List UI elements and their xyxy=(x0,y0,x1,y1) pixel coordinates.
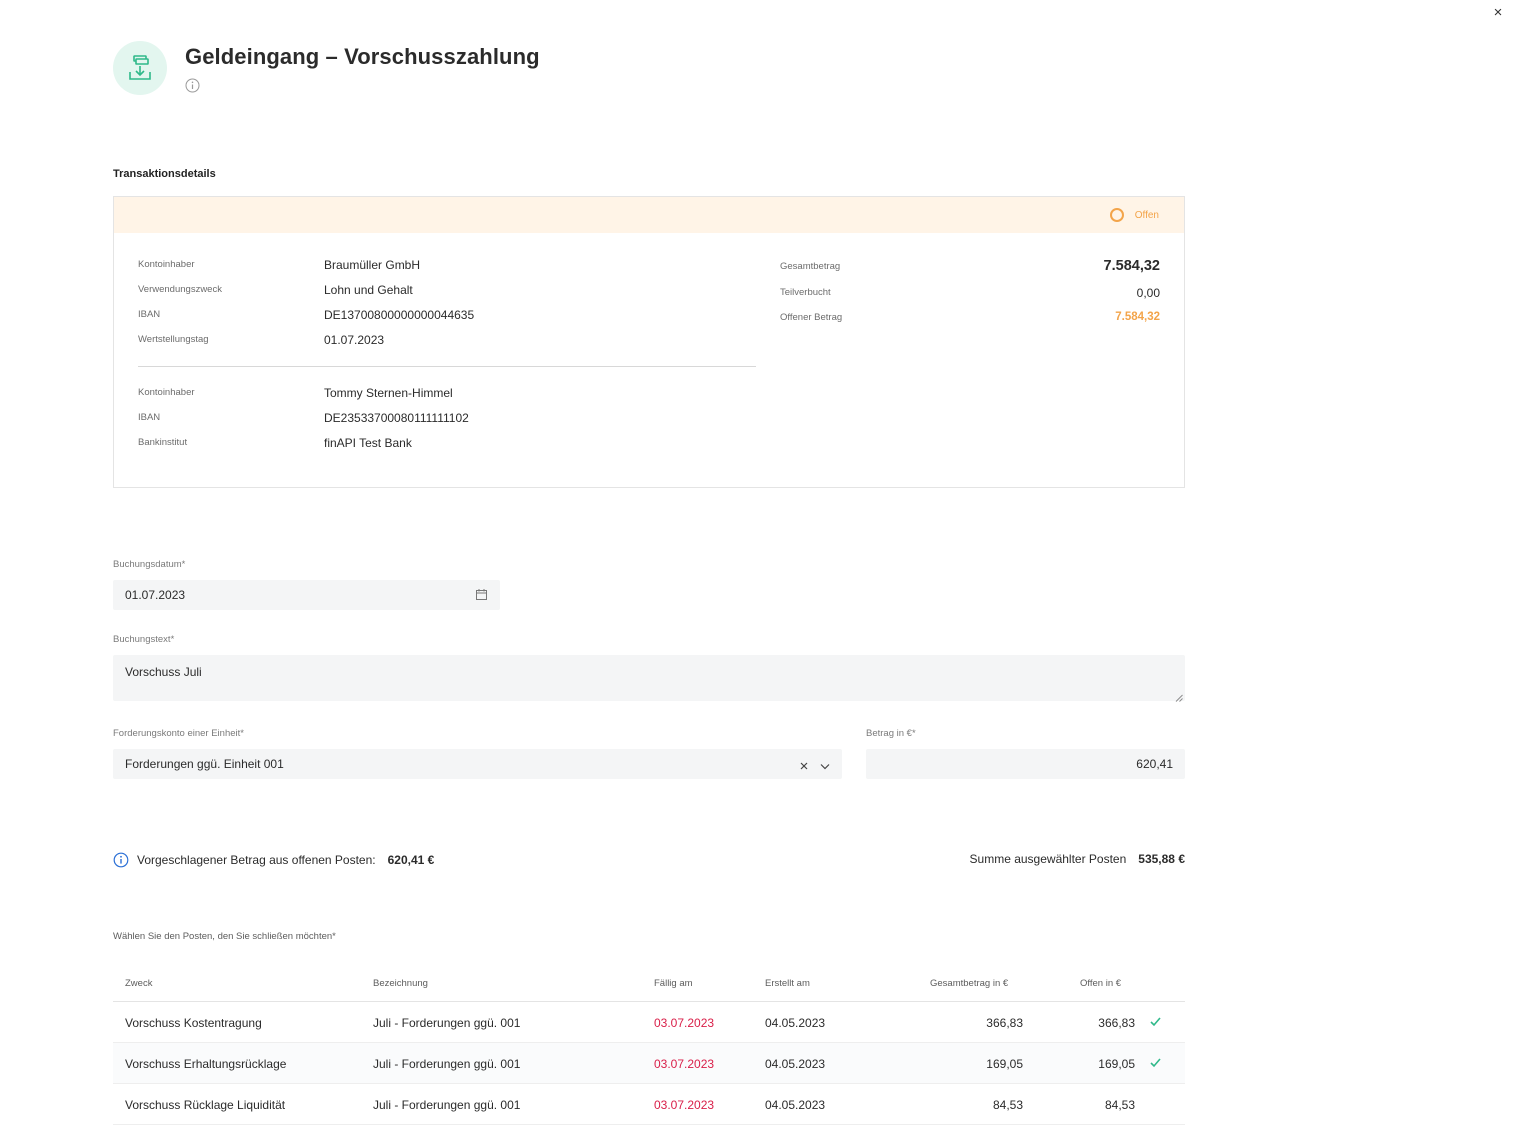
partial-amount: 0,00 xyxy=(1136,286,1160,300)
receiver-value: DE23533700080111111102 xyxy=(324,411,469,425)
column-header[interactable]: Gesamtbetrag in € xyxy=(930,978,1008,989)
info-icon xyxy=(113,852,129,868)
open-items-table: Zweck Bezeichnung Fällig am Erstellt am … xyxy=(113,962,1185,1125)
status-badge: Offen xyxy=(1134,209,1159,221)
cell-total: 366,83 xyxy=(986,1016,1023,1030)
suggested-amount-label: Vorgeschlagener Betrag aus offenen Poste… xyxy=(137,853,376,867)
table-instruction: Wählen Sie den Posten, den Sie schließen… xyxy=(113,931,336,942)
cell-created-date: 04.05.2023 xyxy=(765,1057,826,1071)
suggested-amount: Vorgeschlagener Betrag aus offenen Poste… xyxy=(113,852,434,868)
status-open-icon xyxy=(1109,208,1124,222)
cell-purpose: Vorschuss Erhaltungsrücklage xyxy=(125,1057,287,1071)
cell-due-date: 03.07.2023 xyxy=(654,1057,715,1071)
summary-key: Gesamtbetrag xyxy=(780,261,841,272)
checkmark-icon[interactable] xyxy=(1149,1056,1162,1069)
sender-key: IBAN xyxy=(138,309,161,320)
amount-input[interactable]: 620,41 xyxy=(866,749,1185,779)
calendar-icon[interactable] xyxy=(476,589,488,601)
table-body: Vorschuss Kostentragung Juli - Forderung… xyxy=(113,1002,1185,1125)
sender-value: 01.07.2023 xyxy=(324,333,385,347)
status-bar: Offen xyxy=(114,197,1184,233)
cell-created-date: 04.05.2023 xyxy=(765,1098,826,1112)
booking-date-value: 01.07.2023 xyxy=(125,588,186,602)
divider xyxy=(138,366,756,367)
sender-value: Lohn und Gehalt xyxy=(324,283,413,297)
open-amount: 7.584,32 xyxy=(1115,311,1160,323)
sender-key: Kontoinhaber xyxy=(138,259,195,270)
cell-total: 169,05 xyxy=(986,1057,1023,1071)
amount-value: 620,41 xyxy=(1136,757,1173,771)
page-header: Geldeingang – Vorschusszahlung xyxy=(113,41,540,95)
close-button[interactable]: × xyxy=(1488,4,1508,24)
checkmark-icon[interactable] xyxy=(1149,1015,1162,1028)
total-amount: 7.584,32 xyxy=(1103,258,1160,274)
receiver-value: Tommy Sternen-Himmel xyxy=(324,386,453,400)
money-in-icon xyxy=(113,41,167,95)
cell-description: Juli - Forderungen ggü. 001 xyxy=(373,1016,521,1030)
cell-due-date: 03.07.2023 xyxy=(654,1016,715,1030)
sender-key: Verwendungszweck xyxy=(138,284,222,295)
receiver-value: finAPI Test Bank xyxy=(324,436,412,450)
cell-created-date: 04.05.2023 xyxy=(765,1016,826,1030)
cell-purpose: Vorschuss Rücklage Liquidität xyxy=(125,1098,286,1112)
suggested-amount-value: 620,41 € xyxy=(387,853,435,867)
clear-icon[interactable] xyxy=(800,759,810,770)
account-select[interactable]: Forderungen ggü. Einheit 001 xyxy=(113,749,842,779)
receiver-key: Kontoinhaber xyxy=(138,387,195,398)
booking-text-value: Vorschuss Juli xyxy=(125,665,202,679)
cell-open: 169,05 xyxy=(1098,1057,1135,1071)
account-value: Forderungen ggü. Einheit 001 xyxy=(125,757,284,771)
receiver-key: Bankinstitut xyxy=(138,437,188,448)
selected-sum-label: Summe ausgewählter Posten xyxy=(969,852,1127,866)
table-row[interactable]: Vorschuss Erhaltungsrücklage Juli - Ford… xyxy=(113,1043,1185,1084)
table-row[interactable]: Vorschuss Kostentragung Juli - Forderung… xyxy=(113,1002,1185,1043)
column-header[interactable]: Erstellt am xyxy=(765,978,810,989)
cell-description: Juli - Forderungen ggü. 001 xyxy=(373,1057,521,1071)
booking-date-field[interactable]: 01.07.2023 xyxy=(113,580,500,610)
booking-text-label: Buchungstext* xyxy=(113,634,175,645)
cell-description: Juli - Forderungen ggü. 001 xyxy=(373,1098,521,1112)
column-header[interactable]: Zweck xyxy=(125,978,152,989)
cell-total: 84,53 xyxy=(992,1098,1023,1112)
receiver-key: IBAN xyxy=(138,412,161,423)
section-title: Transaktionsdetails xyxy=(113,168,216,180)
resize-handle-icon[interactable] xyxy=(1175,691,1183,702)
page-title: Geldeingang – Vorschusszahlung xyxy=(185,44,540,69)
summary-key: Offener Betrag xyxy=(780,312,843,323)
account-label: Forderungskonto einer Einheit* xyxy=(113,728,244,739)
selected-sum-value: 535,88 € xyxy=(1138,852,1185,866)
sender-key: Wertstellungstag xyxy=(138,334,209,345)
chevron-down-icon[interactable] xyxy=(820,759,830,770)
cell-purpose: Vorschuss Kostentragung xyxy=(125,1016,262,1030)
info-icon[interactable] xyxy=(185,78,201,94)
column-header[interactable]: Offen in € xyxy=(1080,978,1121,989)
sender-value: Braumüller GmbH xyxy=(324,258,421,272)
sender-value: DE13700800000000044635 xyxy=(324,308,475,322)
amount-label: Betrag in €* xyxy=(866,728,916,739)
booking-text-input[interactable]: Vorschuss Juli xyxy=(113,655,1185,702)
cell-open: 366,83 xyxy=(1098,1016,1135,1030)
transaction-card: Offen Kontoinhaber Braumüller GmbH Verwe… xyxy=(113,196,1185,488)
booking-date-label: Buchungsdatum* xyxy=(113,559,186,570)
table-row[interactable]: Vorschuss Rücklage Liquidität Juli - For… xyxy=(113,1084,1185,1125)
summary-key: Teilverbucht xyxy=(780,287,831,298)
table-header: Zweck Bezeichnung Fällig am Erstellt am … xyxy=(113,962,1185,1002)
selected-sum: Summe ausgewählter Posten 535,88 € xyxy=(970,852,1185,866)
cell-due-date: 03.07.2023 xyxy=(654,1098,715,1112)
cell-open: 84,53 xyxy=(1104,1098,1135,1112)
column-header[interactable]: Bezeichnung xyxy=(373,978,428,989)
column-header[interactable]: Fällig am xyxy=(654,978,693,989)
